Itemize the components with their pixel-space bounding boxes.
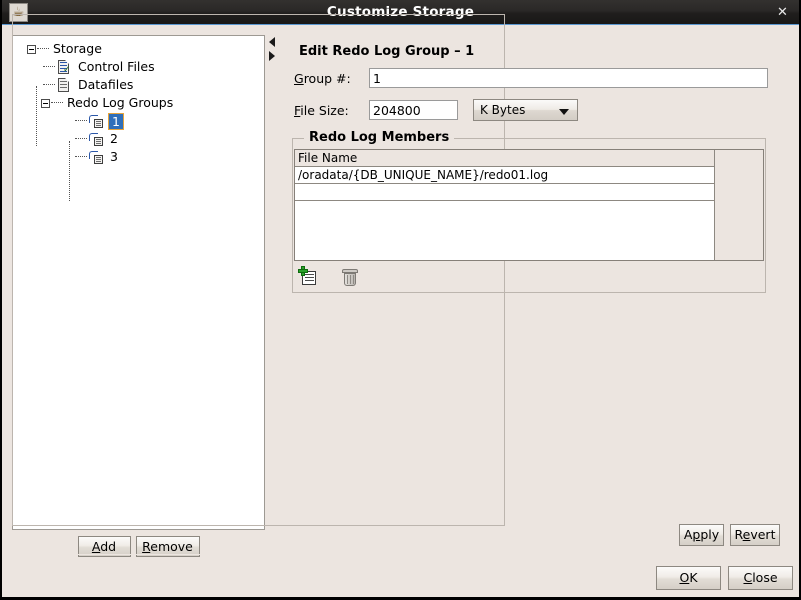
file-size-label: File Size: xyxy=(294,104,349,118)
redo-log-members-table[interactable]: File Name /oradata/{DB_UNIQUE_NAME}/redo… xyxy=(294,149,764,261)
table-row[interactable] xyxy=(295,184,715,201)
table-empty-area xyxy=(295,201,715,260)
table-row[interactable]: /oradata/{DB_UNIQUE_NAME}/redo01.log xyxy=(295,167,715,184)
ok-label-rest: K xyxy=(689,570,698,585)
close-button[interactable]: Close xyxy=(728,566,793,590)
revert-button[interactable]: Revert xyxy=(730,524,780,546)
group-number-mnemonic: G xyxy=(294,71,304,86)
table-column-file-name: File Name /oradata/{DB_UNIQUE_NAME}/redo… xyxy=(295,150,715,260)
apply-button[interactable]: Apply xyxy=(679,524,724,546)
file-size-unit-select[interactable]: K Bytes xyxy=(473,99,578,121)
customize-storage-dialog: ☕ Customize Storage ✕ Storage ✓ Control … xyxy=(0,0,801,600)
file-size-unit-value: K Bytes xyxy=(480,103,526,117)
add-button-mnemonic: A xyxy=(91,539,101,554)
group-number-label: Group #: xyxy=(294,72,351,86)
redo-log-members-title: Redo Log Members xyxy=(304,131,455,145)
apply-label-rest: ply xyxy=(700,527,720,542)
close-mnemonic: C xyxy=(743,570,753,585)
members-toolbar xyxy=(298,266,758,290)
ok-button[interactable]: OK xyxy=(656,566,721,590)
close-window-icon[interactable]: ✕ xyxy=(774,4,791,21)
edit-panel-title: Edit Redo Log Group – 1 xyxy=(294,45,480,59)
revert-label-r: R xyxy=(734,527,743,542)
close-label-rest: lose xyxy=(752,570,778,585)
group-number-input[interactable] xyxy=(369,68,768,88)
group-number-label-text: roup #: xyxy=(303,71,351,86)
column-header-file-name[interactable]: File Name xyxy=(295,150,715,167)
ok-mnemonic: O xyxy=(679,570,690,585)
dialog-separator xyxy=(2,554,799,555)
delete-member-trash-icon[interactable] xyxy=(340,266,362,288)
add-member-icon[interactable] xyxy=(298,266,320,288)
file-size-label-text: ile Size: xyxy=(300,103,349,118)
chevron-down-icon xyxy=(559,109,569,115)
revert-label-rest: vert xyxy=(750,527,776,542)
file-size-input[interactable] xyxy=(369,100,458,120)
